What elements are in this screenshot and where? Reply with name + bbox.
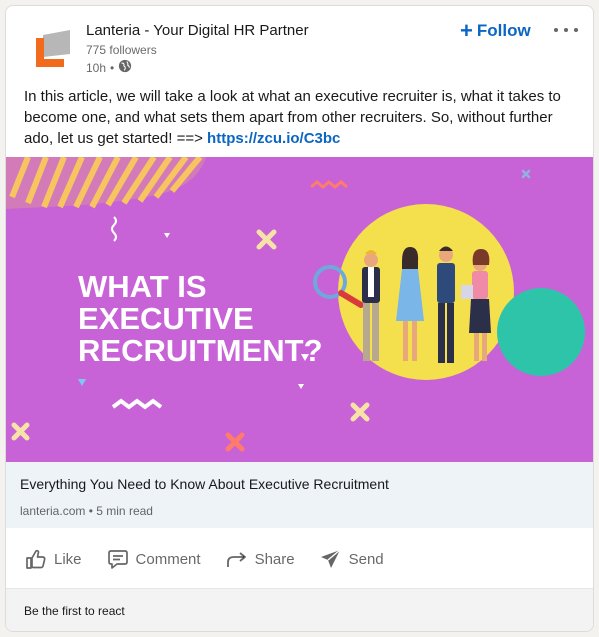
- social-actions-bar: Like Comment Share Send: [6, 537, 593, 581]
- share-label: Share: [254, 550, 295, 568]
- banner-headline-line1: WHAT IS: [78, 269, 207, 304]
- follow-button[interactable]: + Follow: [460, 20, 531, 42]
- meta-separator: •: [88, 504, 93, 518]
- post-time: 10h: [86, 60, 107, 75]
- article-read-time: 5 min read: [96, 504, 153, 518]
- article-image[interactable]: WHAT IS EXECUTIVE RECRUITMENT?: [6, 157, 593, 462]
- comment-label: Comment: [135, 550, 201, 568]
- banner-headline-line2: EXECUTIVE: [78, 301, 254, 336]
- article-source: lanteria.com: [20, 504, 86, 518]
- commentary-link[interactable]: https://zcu.io/C3bc: [207, 130, 340, 147]
- article-title[interactable]: Everything You Need to Know About Execut…: [20, 476, 389, 492]
- globe-icon: [118, 59, 132, 76]
- more-options-button[interactable]: [552, 20, 580, 40]
- send-button[interactable]: Send: [315, 541, 388, 577]
- company-logo[interactable]: [30, 24, 78, 72]
- company-name[interactable]: Lanteria - Your Digital HR Partner: [86, 22, 309, 39]
- plus-icon: +: [460, 18, 473, 43]
- dot-icon: [564, 28, 568, 32]
- follow-label: Follow: [476, 21, 531, 40]
- like-button[interactable]: Like: [20, 541, 86, 577]
- feed-post-card: Lanteria - Your Digital HR Partner 775 f…: [5, 5, 594, 632]
- share-icon: [225, 547, 249, 571]
- like-label: Like: [54, 550, 82, 568]
- like-icon: [24, 547, 48, 571]
- article-subtitle: lanteria.com • 5 min read: [20, 504, 153, 518]
- comment-icon: [106, 547, 130, 571]
- follower-count: 775 followers: [86, 43, 157, 57]
- reactions-text: Be the first to react: [24, 604, 125, 618]
- dot-icon: [574, 28, 578, 32]
- post-timestamp: 10h •: [86, 59, 132, 76]
- comment-button[interactable]: Comment: [102, 541, 205, 577]
- post-commentary: In this article, we will take a look at …: [24, 86, 584, 149]
- meta-separator: •: [110, 60, 115, 75]
- post-header: Lanteria - Your Digital HR Partner 775 f…: [6, 6, 593, 86]
- send-icon: [319, 547, 343, 571]
- article-link-card[interactable]: Everything You Need to Know About Execut…: [6, 462, 593, 528]
- send-label: Send: [348, 550, 384, 568]
- teal-circle: [497, 288, 585, 376]
- share-button[interactable]: Share: [221, 541, 299, 577]
- dot-icon: [554, 28, 558, 32]
- reactions-bar: Be the first to react: [6, 588, 593, 631]
- banner-headline-line3: RECRUITMENT?: [78, 333, 323, 368]
